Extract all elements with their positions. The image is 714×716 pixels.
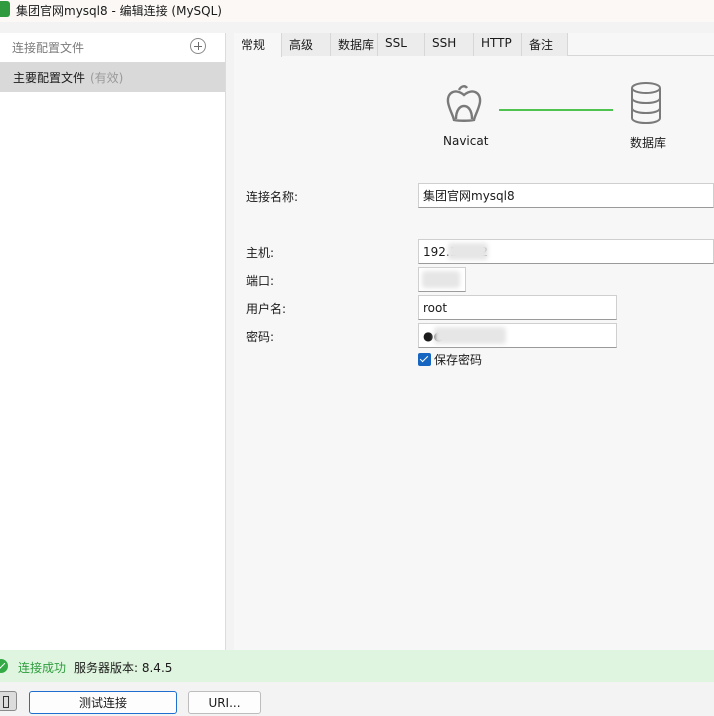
app-icon <box>0 1 10 17</box>
username-input[interactable] <box>418 295 617 320</box>
navicat-label: Navicat <box>443 134 489 148</box>
port-label: 端口: <box>246 274 275 288</box>
password-redaction <box>434 327 506 344</box>
add-profile-icon[interactable] <box>190 38 206 54</box>
sidebar-item-status-tag: (有效) <box>90 71 124 85</box>
sidebar-header-label: 连接配置文件 <box>12 41 85 55</box>
tab-notes[interactable]: 备注 <box>522 33 568 56</box>
connection-diagram: Navicat 数据库 <box>234 57 714 167</box>
status-message: 连接成功 <box>18 661 67 675</box>
connection-name-input[interactable] <box>418 183 714 208</box>
uri-button[interactable]: URI... <box>188 691 261 714</box>
toggle-sidebar-icon[interactable] <box>0 691 17 711</box>
tab-ssh[interactable]: SSH <box>425 33 474 56</box>
database-icon <box>631 82 661 125</box>
window-title: 集团官网mysql8 - 编辑连接 (MySQL) <box>16 4 222 18</box>
sidebar-item-main-profile[interactable]: 主要配置文件 (有效) <box>0 62 225 92</box>
sidebar-item-label: 主要配置文件 <box>13 71 86 85</box>
host-label: 主机: <box>246 246 275 260</box>
sidebar-header: 连接配置文件 <box>0 33 225 61</box>
port-redaction <box>422 271 460 288</box>
connection-name-label: 连接名称: <box>246 190 299 204</box>
success-check-icon <box>0 659 8 673</box>
tab-http[interactable]: HTTP <box>474 33 522 56</box>
database-label: 数据库 <box>630 136 667 150</box>
profile-sidebar: 连接配置文件 主要配置文件 (有效) <box>0 33 226 650</box>
save-password-label: 保存密码 <box>434 353 483 367</box>
title-bar: 集团官网mysql8 - 编辑连接 (MySQL) <box>0 0 714 22</box>
tab-bar: 常规 高级 数据库 SSL SSH HTTP 备注 <box>234 33 714 57</box>
server-version: 服务器版本: 8.4.5 <box>74 661 173 675</box>
tab-ssl[interactable]: SSL <box>378 33 425 56</box>
host-redaction <box>448 243 488 260</box>
username-label: 用户名: <box>246 302 287 316</box>
password-label: 密码: <box>246 330 275 344</box>
test-connection-button[interactable]: 测试连接 <box>29 691 177 714</box>
status-bar: 连接成功 服务器版本: 8.4.5 <box>0 650 714 682</box>
tab-database[interactable]: 数据库 <box>331 33 378 56</box>
bottom-toolbar: 测试连接 URI... <box>0 682 714 716</box>
navicat-logo-icon <box>446 85 482 122</box>
connection-settings-panel: 常规 高级 数据库 SSL SSH HTTP 备注 Navicat 数据库 连接… <box>234 33 714 650</box>
connection-line <box>499 109 613 111</box>
tab-general[interactable]: 常规 <box>234 33 282 57</box>
tab-advanced[interactable]: 高级 <box>282 33 331 56</box>
save-password-checkbox[interactable] <box>418 353 431 366</box>
